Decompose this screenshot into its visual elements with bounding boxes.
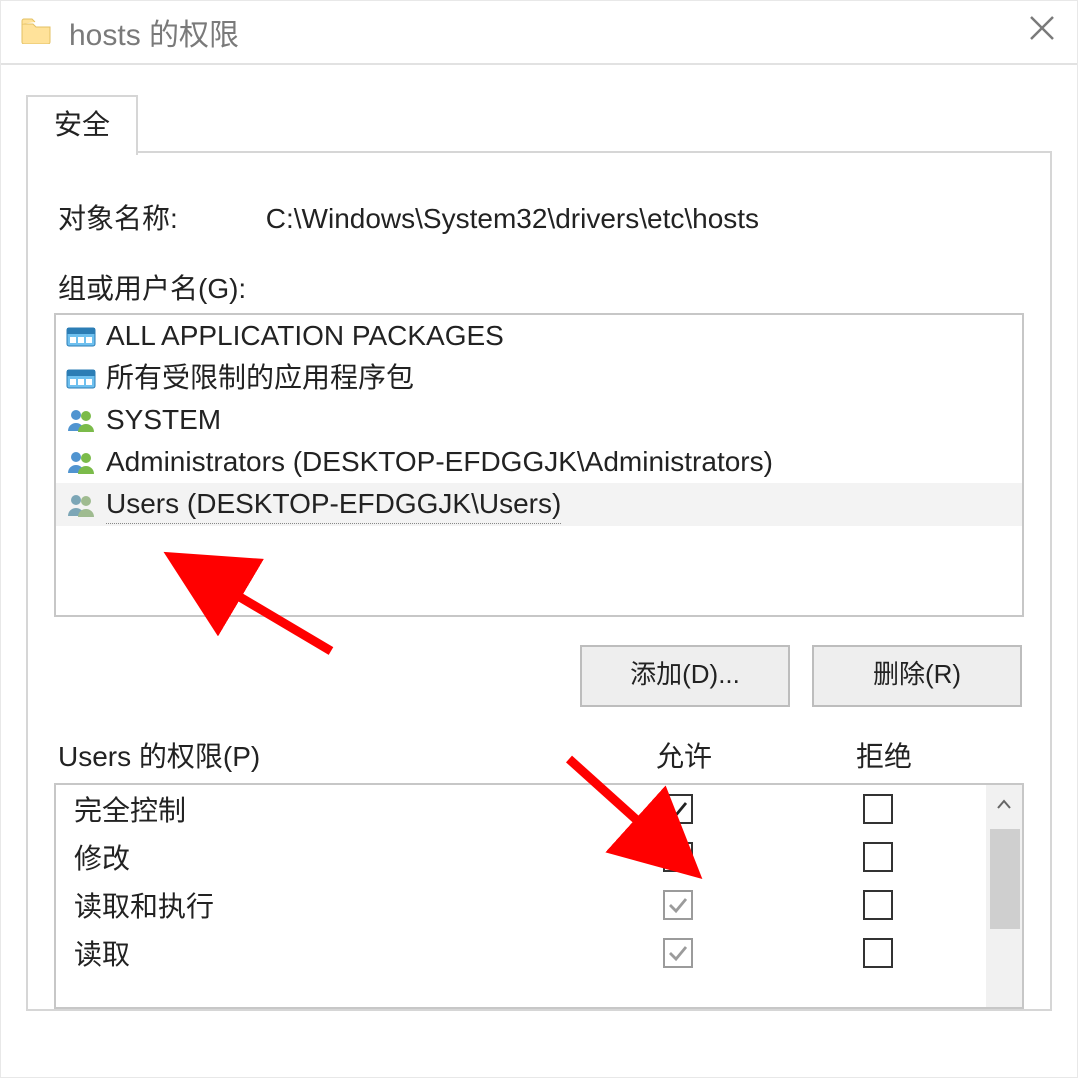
deny-cell <box>778 938 978 968</box>
deny-cell <box>778 842 978 872</box>
checkbox[interactable] <box>663 794 693 824</box>
list-item-label: Administrators (DESKTOP-EFDGGJK\Administ… <box>106 443 773 481</box>
list-item-label: ALL APPLICATION PACKAGES <box>106 317 504 355</box>
allow-cell <box>578 842 778 872</box>
list-item-label: 所有受限制的应用程序包 <box>106 359 414 397</box>
object-name-path: C:\Windows\System32\drivers\etc\hosts <box>266 203 759 234</box>
list-item[interactable]: SYSTEM <box>56 399 1022 441</box>
permissions-deny-header: 拒绝 <box>784 735 984 775</box>
deny-cell <box>778 794 978 824</box>
scrollbar[interactable] <box>986 785 1022 1007</box>
permissions-title: Users 的权限(P) <box>58 735 584 775</box>
scroll-up-button[interactable] <box>986 785 1022 823</box>
permission-name: 修改 <box>74 837 578 877</box>
permission-row: 完全控制 <box>56 785 986 833</box>
group-buttons-row: 添加(D)... 删除(R) <box>56 645 1022 707</box>
package-icon <box>66 323 96 349</box>
checkbox[interactable] <box>663 890 693 920</box>
list-item-label: SYSTEM <box>106 401 221 439</box>
permission-name: 读取和执行 <box>74 885 578 925</box>
permission-row: 读取 <box>56 929 986 977</box>
groups-listbox[interactable]: ALL APPLICATION PACKAGES 所有受限制的应用程序包 SYSTE… <box>54 313 1024 617</box>
list-item[interactable]: ALL APPLICATION PACKAGES <box>56 315 1022 357</box>
allow-cell <box>578 794 778 824</box>
permissions-listbox[interactable]: 完全控制修改读取和执行读取 <box>54 783 1024 1009</box>
users-icon <box>66 492 96 518</box>
checkbox[interactable] <box>863 842 893 872</box>
permission-row: 修改 <box>56 833 986 881</box>
permissions-header: Users 的权限(P) 允许 拒绝 <box>58 735 1020 775</box>
folder-icon <box>21 18 51 44</box>
list-item-label: Users (DESKTOP-EFDGGJK\Users) <box>106 485 561 524</box>
remove-button[interactable]: 删除(R) <box>812 645 1022 707</box>
permission-name: 完全控制 <box>74 789 578 829</box>
allow-cell <box>578 938 778 968</box>
object-name-label: 对象名称: <box>58 197 258 237</box>
window-title: hosts 的权限 <box>69 10 239 54</box>
tab-security[interactable]: 安全 <box>26 95 138 155</box>
permission-name: 读取 <box>74 933 578 973</box>
permissions-allow-header: 允许 <box>584 735 784 775</box>
groups-label: 组或用户名(G): <box>58 267 1024 307</box>
title-bar: hosts 的权限 <box>1 1 1077 65</box>
checkbox[interactable] <box>663 842 693 872</box>
list-item[interactable]: Administrators (DESKTOP-EFDGGJK\Administ… <box>56 441 1022 483</box>
checkbox[interactable] <box>863 794 893 824</box>
deny-cell <box>778 890 978 920</box>
scrollbar-thumb[interactable] <box>990 829 1020 929</box>
list-item[interactable]: Users (DESKTOP-EFDGGJK\Users) <box>56 483 1022 526</box>
users-icon <box>66 449 96 475</box>
tab-strip: 安全 <box>26 95 1052 153</box>
checkbox[interactable] <box>663 938 693 968</box>
package-icon <box>66 365 96 391</box>
users-icon <box>66 407 96 433</box>
close-icon[interactable] <box>1027 13 1057 51</box>
checkbox[interactable] <box>863 890 893 920</box>
allow-cell <box>578 890 778 920</box>
permission-row: 读取和执行 <box>56 881 986 929</box>
checkbox[interactable] <box>863 938 893 968</box>
add-button[interactable]: 添加(D)... <box>580 645 790 707</box>
object-name-row: 对象名称: C:\Windows\System32\drivers\etc\ho… <box>58 197 1024 237</box>
list-item[interactable]: 所有受限制的应用程序包 <box>56 357 1022 399</box>
